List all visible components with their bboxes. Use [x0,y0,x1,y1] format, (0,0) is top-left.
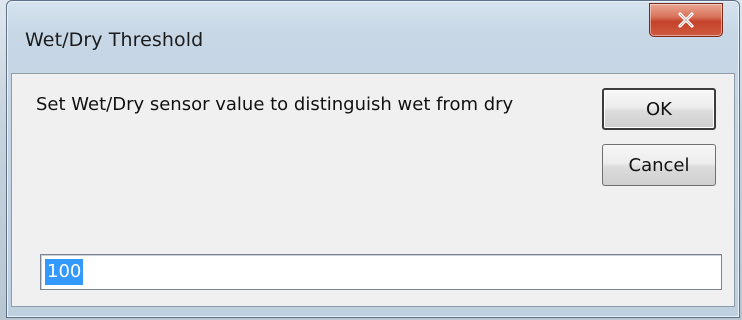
window-title: Wet/Dry Threshold [25,29,204,51]
dialog-client-area: Set Wet/Dry sensor value to distinguish … [11,73,735,307]
wet-dry-threshold-dialog: Wet/Dry Threshold Set Wet/Dry sensor val… [6,0,740,318]
threshold-input-value: 100 [45,259,84,285]
ok-button[interactable]: OK [602,88,716,130]
close-icon [678,12,694,28]
close-button[interactable] [649,3,723,37]
threshold-input[interactable]: 100 [40,254,722,290]
title-bar[interactable]: Wet/Dry Threshold [7,1,739,73]
cancel-button[interactable]: Cancel [602,144,716,186]
prompt-message: Set Wet/Dry sensor value to distinguish … [36,94,514,115]
